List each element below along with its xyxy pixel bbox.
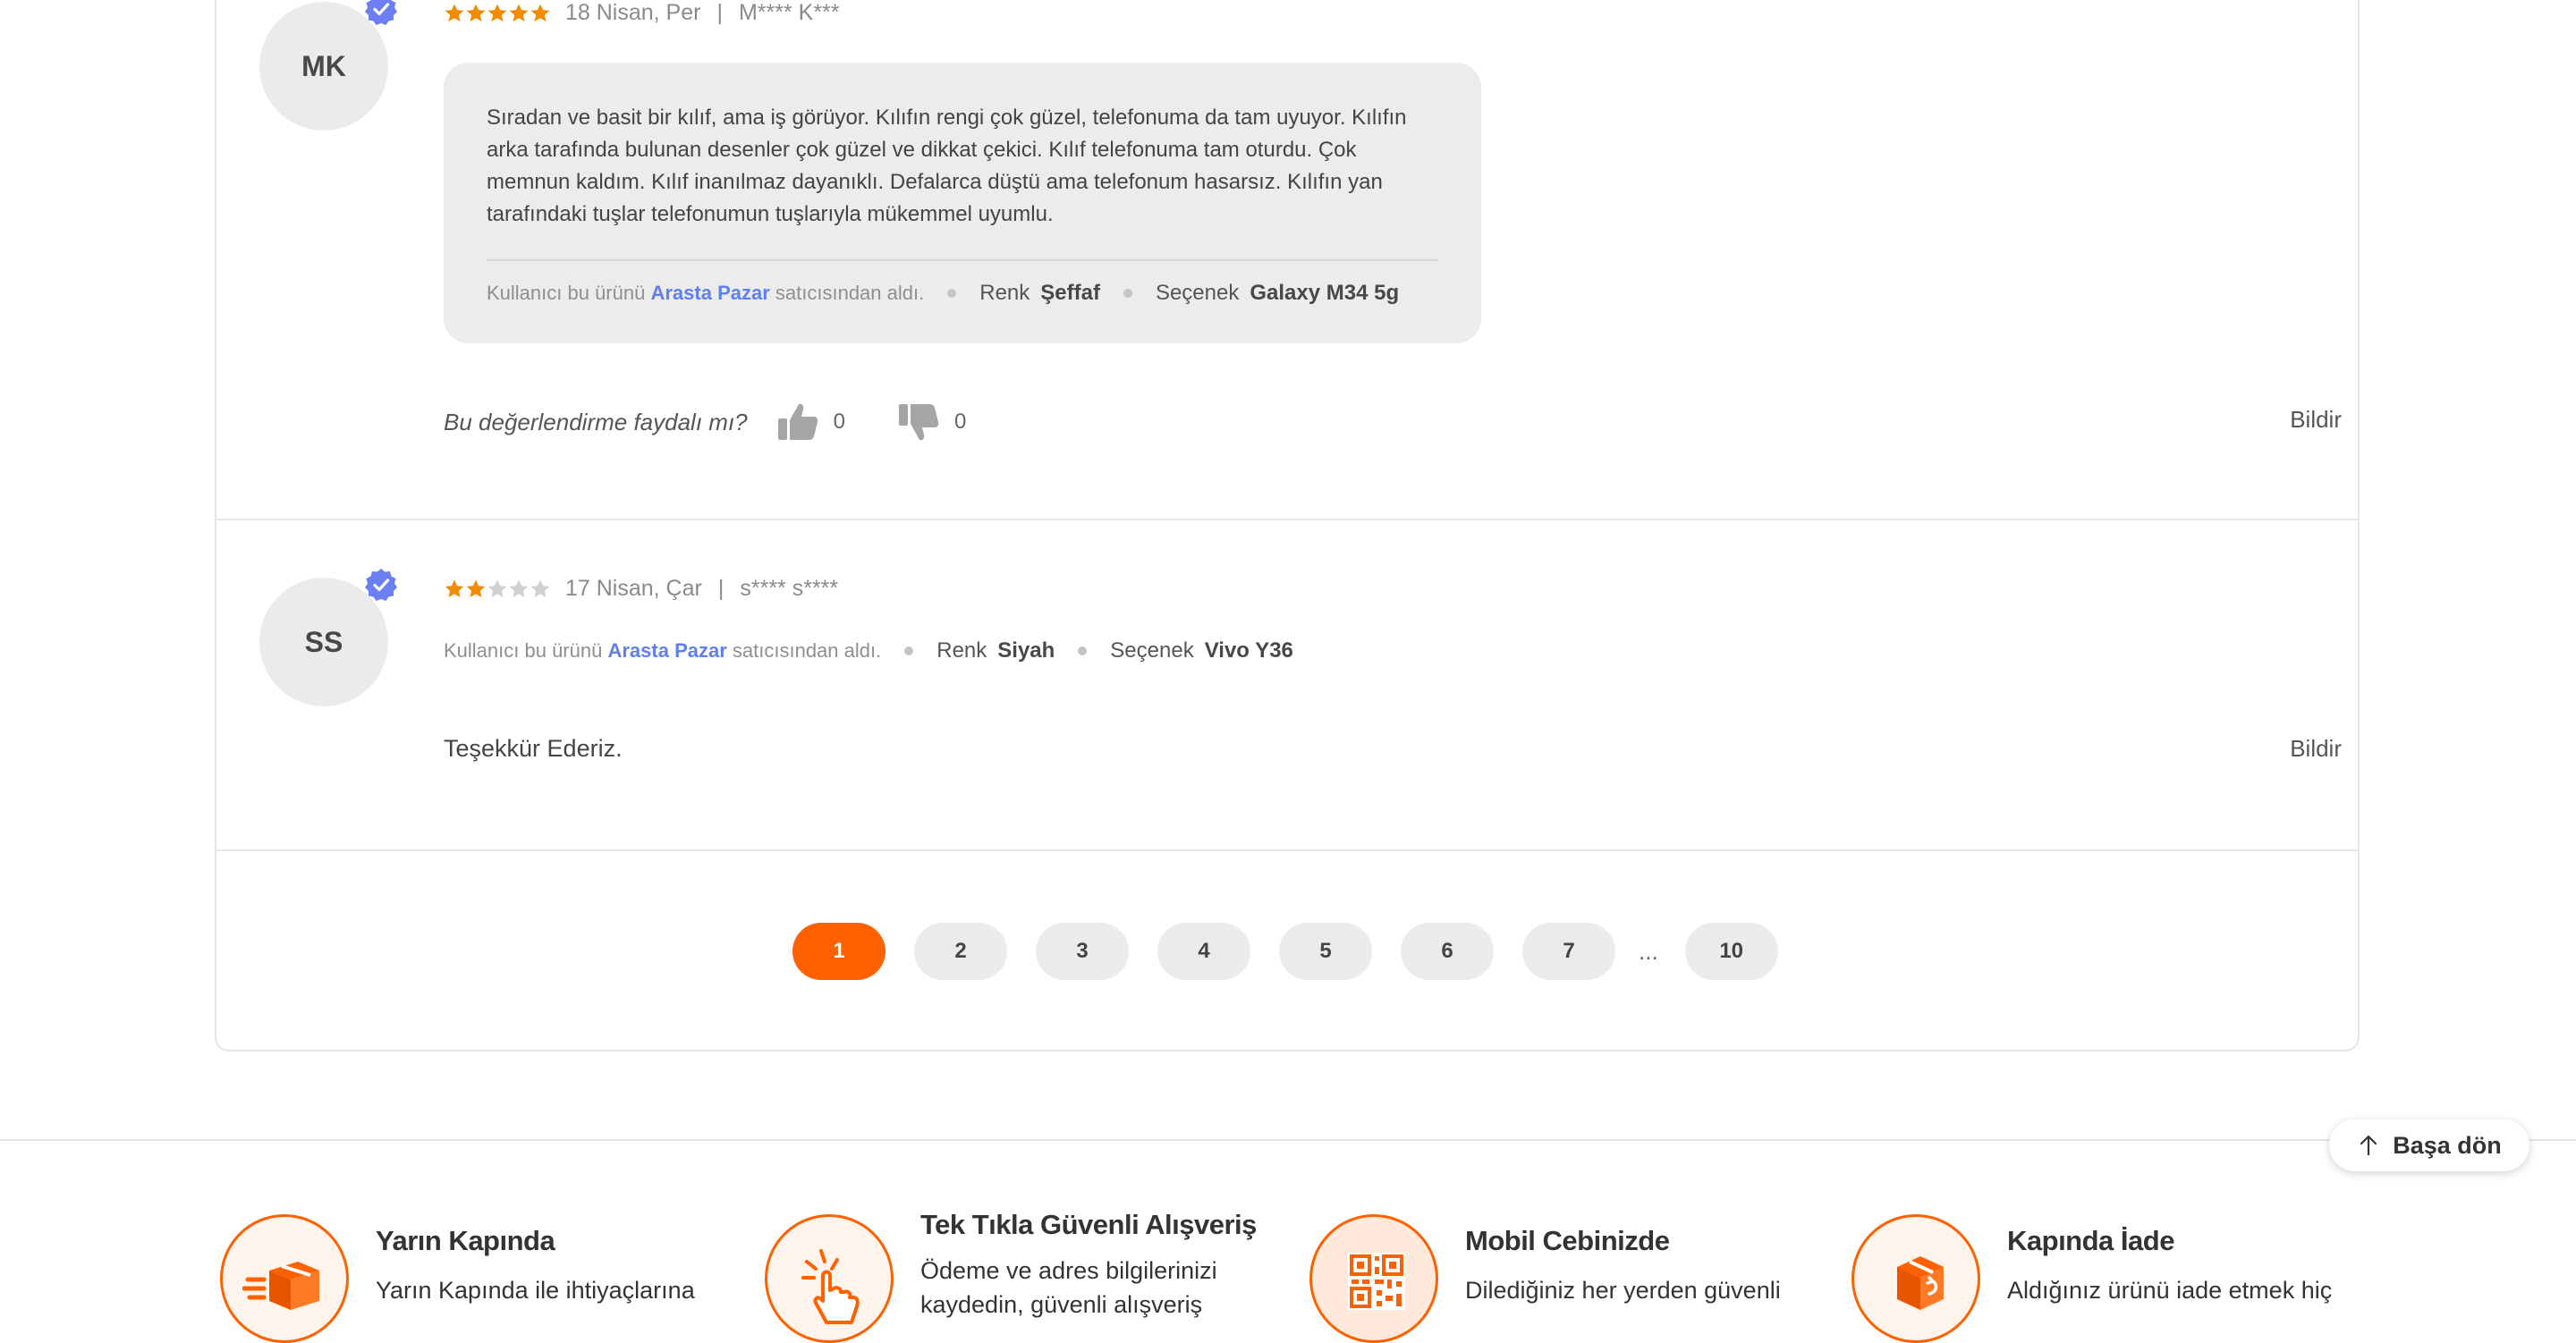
purchase-info: Kullanıcı bu ürünü Arasta Pazar satıcısı… — [444, 638, 1293, 663]
option-value: Galaxy M34 5g — [1250, 281, 1400, 305]
color-value: Şeffaf — [1040, 281, 1100, 305]
star-filled-icon — [445, 579, 464, 597]
page-button[interactable]: 5 — [1279, 923, 1372, 980]
star-filled-icon — [466, 4, 486, 21]
star-filled-icon — [466, 579, 486, 597]
thumbs-down-icon — [898, 404, 939, 441]
review-meta: 18 Nisan, Per | M**** K*** — [444, 0, 840, 26]
info-dot — [947, 289, 957, 298]
meta-separator: | — [717, 576, 724, 601]
feature-title: Mobil Cebinizde — [1465, 1225, 1670, 1256]
review-author: M**** K*** — [738, 0, 840, 25]
feature-description: Dilediğiniz her yerden güvenli — [1465, 1277, 1781, 1304]
feature-description: Yarın Kapında ile ihtiyaçlarına — [376, 1277, 695, 1304]
like-button[interactable]: 0 — [775, 399, 845, 445]
option-label: Seçenek — [1155, 281, 1240, 305]
feature-kapinda-iade: Kapında İade Aldığınız ürünü iade etmek … — [1852, 1214, 2388, 1343]
feature-tek-tikla: Tek Tıkla Güvenli Alışveriş Ödeme ve adr… — [765, 1209, 1301, 1343]
star-filled-icon — [530, 4, 550, 21]
one-click-icon — [765, 1214, 894, 1343]
meta-separator: | — [716, 0, 723, 25]
review-text: Teşekkür Ederiz. — [444, 735, 623, 762]
purchase-prefix: Kullanıcı bu ürünü — [487, 282, 646, 304]
color-value: Siyah — [997, 638, 1055, 663]
purchase-suffix: satıcısından aldı. — [732, 639, 882, 662]
star-rating — [444, 3, 551, 24]
option-label: Seçenek — [1110, 638, 1194, 663]
verified-badge-icon — [365, 0, 397, 25]
reviews-panel: MK 18 Nisan, Per | M**** K*** Sıradan ve… — [215, 0, 2360, 1052]
avatar: MK — [259, 0, 397, 131]
back-to-top-button[interactable]: Başa dön — [2329, 1119, 2529, 1171]
star-filled-icon — [445, 4, 464, 21]
purchase-prefix: Kullanıcı bu ürünü — [444, 639, 603, 662]
review-divider — [216, 519, 2358, 520]
color-label: Renk — [979, 281, 1030, 305]
arrow-up-icon — [2360, 1135, 2377, 1156]
feature-title: Yarın Kapında — [376, 1225, 555, 1256]
report-button[interactable]: Bildir — [2290, 735, 2342, 763]
dislike-button[interactable]: 0 — [895, 399, 966, 445]
qr-code-icon — [1309, 1214, 1438, 1343]
feature-title: Tek Tıkla Güvenli Alışveriş — [920, 1209, 1257, 1240]
purchase-note: Kullanıcı bu ürünü Arasta Pazar satıcısı… — [444, 639, 881, 663]
page-button[interactable]: 7 — [1522, 923, 1615, 980]
return-box-icon — [1852, 1214, 1980, 1343]
page-button[interactable]: 4 — [1157, 923, 1250, 980]
review-date: 17 Nisan, Çar — [565, 576, 702, 601]
star-filled-icon — [487, 4, 507, 21]
helpful-question: Bu değerlendirme faydalı mı? — [444, 408, 748, 435]
feature-mobil: Mobil Cebinizde Dilediğiniz her yerden g… — [1309, 1214, 1846, 1343]
review-divider — [216, 849, 2358, 851]
page-button[interactable]: 6 — [1401, 923, 1494, 980]
helpful-row: Bu değerlendirme faydalı mı? 0 0 — [444, 399, 1016, 445]
avatar-initials: MK — [301, 49, 346, 82]
color-label: Renk — [936, 638, 987, 663]
purchase-suffix: satıcısından aldı. — [775, 282, 925, 304]
info-dot — [1123, 289, 1132, 298]
feature-description: Aldığınız ürünü iade etmek hiç — [2007, 1277, 2333, 1304]
verified-badge-icon — [365, 569, 397, 601]
star-filled-icon — [509, 4, 529, 21]
dislike-count: 0 — [953, 410, 967, 434]
report-button[interactable]: Bildir — [2290, 406, 2342, 434]
back-to-top-label: Başa dön — [2393, 1131, 2502, 1159]
review-date: 18 Nisan, Per — [565, 0, 701, 25]
option-value: Vivo Y36 — [1204, 638, 1293, 663]
footer-divider — [0, 1139, 2576, 1141]
review-author: s**** s**** — [740, 576, 839, 601]
purchase-info: Kullanıcı bu ürünü Arasta Pazar satıcısı… — [487, 281, 1438, 306]
feature-title: Kapında İade — [2007, 1225, 2174, 1256]
info-dot — [904, 646, 914, 655]
seller-link[interactable]: Arasta Pazar — [607, 639, 726, 662]
avatar-initials: SS — [304, 625, 343, 658]
star-empty-icon — [487, 579, 507, 597]
star-empty-icon — [509, 579, 529, 597]
page-button-last[interactable]: 10 — [1684, 923, 1778, 980]
like-count: 0 — [833, 410, 845, 434]
pagination: 1 2 3 4 5 6 7 ... 10 — [792, 923, 1807, 980]
pagination-ellipsis: ... — [1639, 937, 1658, 965]
bubble-divider — [487, 259, 1438, 261]
purchase-note: Kullanıcı bu ürünü Arasta Pazar satıcısı… — [487, 282, 924, 305]
review-bubble: Sıradan ve basit bir kılıf, ama iş görüy… — [444, 63, 1481, 343]
avatar: SS — [259, 569, 397, 706]
star-empty-icon — [530, 579, 550, 597]
delivery-box-icon — [220, 1214, 349, 1343]
star-rating — [444, 579, 551, 600]
page-button[interactable]: 3 — [1036, 923, 1129, 980]
seller-link[interactable]: Arasta Pazar — [650, 282, 769, 304]
page-button[interactable]: 2 — [914, 923, 1007, 980]
feature-description: Ödeme ve adres bilgilerinizi kaydedin, g… — [920, 1257, 1217, 1318]
info-dot — [1078, 646, 1088, 655]
review-meta: 17 Nisan, Çar | s**** s**** — [444, 576, 838, 602]
thumbs-up-icon — [777, 403, 818, 440]
review-text: Sıradan ve basit bir kılıf, ama iş görüy… — [487, 106, 1407, 226]
feature-yarin-kapinda: Yarın Kapında Yarın Kapında ile ihtiyaçl… — [220, 1214, 757, 1343]
page-button[interactable]: 1 — [792, 923, 886, 980]
